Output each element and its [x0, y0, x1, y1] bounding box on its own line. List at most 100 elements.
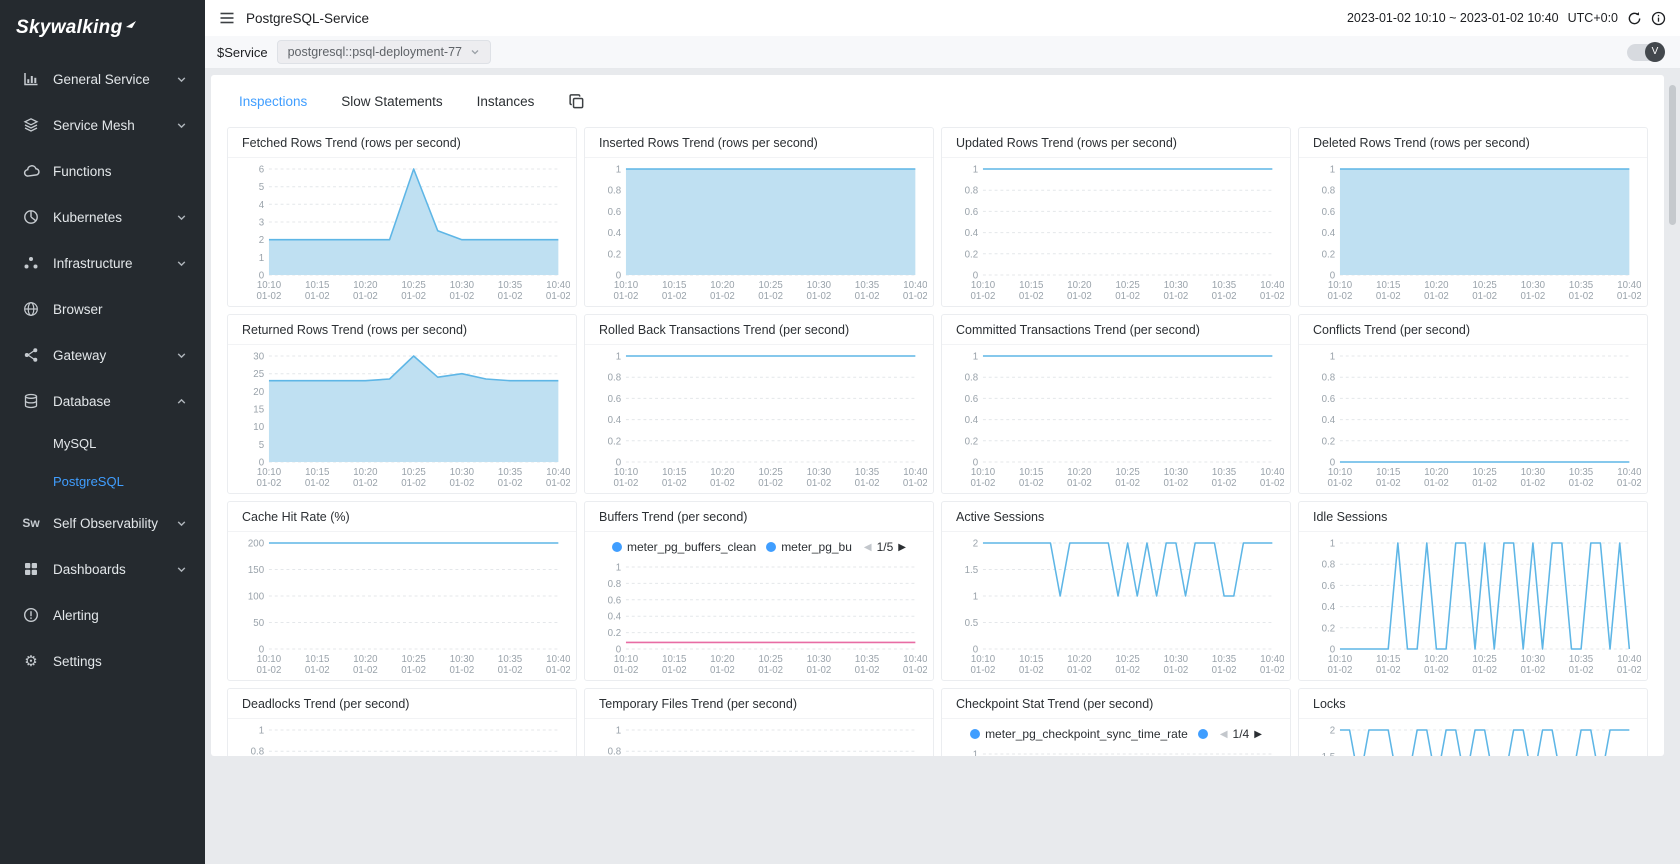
chart-title: Checkpoint Stat Trend (per second): [942, 689, 1290, 719]
refresh-icon[interactable]: [1627, 11, 1642, 26]
skywalking-logo[interactable]: Skywalking: [0, 0, 205, 56]
sidebar-item-alerting[interactable]: Alerting: [0, 592, 205, 638]
svg-text:10:35: 10:35: [855, 280, 880, 291]
tab-instances[interactable]: Instances: [477, 94, 535, 109]
tab-bar: Inspections Slow Statements Instances: [227, 75, 1648, 127]
svg-text:01-02: 01-02: [807, 291, 832, 302]
sidebar-item-general-service[interactable]: General Service: [0, 56, 205, 102]
svg-text:01-02: 01-02: [710, 665, 735, 676]
cloud-icon: [22, 162, 40, 180]
legend-prev-icon[interactable]: ◀: [1220, 729, 1228, 740]
svg-text:01-02: 01-02: [1376, 478, 1401, 489]
sidebar-item-infrastructure[interactable]: Infrastructure: [0, 240, 205, 286]
info-icon[interactable]: [1651, 11, 1666, 26]
legend-page: 1/4: [1233, 727, 1250, 741]
svg-text:01-02: 01-02: [903, 665, 927, 676]
svg-text:10:35: 10:35: [498, 280, 523, 291]
chevron-up-icon: [176, 396, 187, 407]
svg-text:0.4: 0.4: [608, 415, 622, 426]
svg-text:0.2: 0.2: [965, 436, 978, 447]
svg-text:10:40: 10:40: [903, 654, 927, 665]
chart: 05010015020010:1001-0210:1501-0210:2001-…: [234, 535, 570, 679]
svg-text:01-02: 01-02: [546, 478, 570, 489]
chart-card-inserted-rows-trend-rows-per-second: Inserted Rows Trend (rows per second)00.…: [584, 127, 934, 307]
svg-text:01-02: 01-02: [1164, 291, 1189, 302]
svg-text:01-02: 01-02: [855, 478, 880, 489]
svg-text:01-02: 01-02: [450, 291, 475, 302]
infra-icon: [22, 254, 40, 272]
svg-text:10:25: 10:25: [759, 654, 784, 665]
sidebar-item-self-observability[interactable]: SwSelf Observability: [0, 500, 205, 546]
dash-icon: [22, 560, 40, 578]
svg-text:10:20: 10:20: [1067, 467, 1092, 478]
sidebar-item-label: Functions: [53, 164, 112, 179]
chevron-down-icon: [176, 212, 187, 223]
chart: 00.20.40.60.8110:1001-0210:1501-0210:200…: [948, 161, 1284, 305]
time-range[interactable]: 2023-01-02 10:10 ~ 2023-01-02 10:40: [1347, 11, 1559, 25]
svg-text:0.6: 0.6: [608, 394, 622, 405]
svg-text:01-02: 01-02: [662, 665, 687, 676]
sidebar-item-database[interactable]: Database: [0, 378, 205, 424]
svg-text:10:20: 10:20: [1067, 280, 1092, 291]
copy-icon[interactable]: [568, 93, 585, 110]
scrollbar-thumb[interactable]: [1669, 85, 1676, 225]
svg-text:0.4: 0.4: [1322, 415, 1336, 426]
tab-inspections[interactable]: Inspections: [239, 94, 307, 109]
svg-text:01-02: 01-02: [614, 665, 639, 676]
svg-text:01-02: 01-02: [758, 478, 783, 489]
sidebar-item-gateway[interactable]: Gateway: [0, 332, 205, 378]
sidebar-nav: General ServiceService Mesh Functions Kube…: [0, 56, 205, 684]
sidebar-item-dashboards[interactable]: Dashboards: [0, 546, 205, 592]
svg-text:0.2: 0.2: [608, 628, 621, 639]
chart-body: 00.20.40.60.8110:1001-0210:1501-0210:200…: [228, 719, 576, 756]
sidebar-item-label: PostgreSQL: [53, 474, 124, 489]
svg-text:1: 1: [973, 351, 978, 362]
logo-text: Skywalking: [16, 17, 123, 39]
chart-title: Idle Sessions: [1299, 502, 1647, 532]
legend-next-icon[interactable]: ▶: [1254, 729, 1262, 740]
view-toggle[interactable]: V: [1627, 44, 1664, 61]
chart-body: 00.20.40.60.8110:1001-0210:1501-0210:200…: [1299, 158, 1647, 307]
svg-text:01-02: 01-02: [546, 291, 570, 302]
mesh-icon: [22, 116, 40, 134]
sidebar-item-browser[interactable]: Browser: [0, 286, 205, 332]
tab-slow-statements[interactable]: Slow Statements: [341, 94, 442, 109]
logo-arrow-icon: [125, 17, 139, 31]
sidebar-item-functions[interactable]: Functions: [0, 148, 205, 194]
legend-label[interactable]: meter_pg_buffers_clean: [627, 540, 756, 554]
svg-text:100: 100: [248, 591, 265, 602]
sidebar-item-service-mesh[interactable]: Service Mesh: [0, 102, 205, 148]
svg-text:10:25: 10:25: [1116, 654, 1141, 665]
svg-text:1: 1: [616, 164, 621, 175]
chart: 00.20.40.60.8110:1001-0210:1501-0210:200…: [591, 722, 927, 756]
svg-text:01-02: 01-02: [807, 665, 832, 676]
svg-text:10:10: 10:10: [971, 654, 996, 665]
sidebar-item-mysql[interactable]: MySQL: [0, 424, 205, 462]
chart-body: 00.20.40.60.8110:1001-0210:1501-0210:200…: [585, 158, 933, 307]
svg-text:01-02: 01-02: [971, 291, 996, 302]
svg-text:10:10: 10:10: [614, 467, 639, 478]
service-select[interactable]: postgresql::psql-deployment-77: [277, 40, 491, 64]
svg-text:10:10: 10:10: [971, 280, 996, 291]
sidebar-item-label: Self Observability: [53, 516, 158, 531]
menu-icon[interactable]: [219, 10, 235, 26]
legend-label[interactable]: meter_pg_bu: [781, 540, 852, 554]
page-header: PostgreSQL-Service 2023-01-02 10:10 ~ 20…: [205, 0, 1680, 36]
sidebar-item-settings[interactable]: ⚙Settings: [0, 638, 205, 684]
sidebar-item-postgresql[interactable]: PostgreSQL: [0, 462, 205, 500]
svg-text:1: 1: [616, 351, 621, 362]
svg-text:10:30: 10:30: [1521, 654, 1546, 665]
legend-prev-icon[interactable]: ◀: [864, 542, 872, 553]
sidebar-item-kubernetes[interactable]: Kubernetes: [0, 194, 205, 240]
svg-text:6: 6: [259, 164, 265, 175]
svg-text:10:40: 10:40: [1260, 654, 1284, 665]
svg-text:10:35: 10:35: [498, 467, 523, 478]
svg-text:50: 50: [253, 618, 264, 629]
svg-text:0.6: 0.6: [965, 394, 979, 405]
svg-text:10:10: 10:10: [1328, 654, 1353, 665]
svg-text:01-02: 01-02: [1019, 478, 1044, 489]
chart-card-updated-rows-trend-rows-per-second: Updated Rows Trend (rows per second)00.2…: [941, 127, 1291, 307]
legend-label[interactable]: meter_pg_checkpoint_sync_time_rate: [985, 727, 1188, 741]
legend-next-icon[interactable]: ▶: [898, 542, 906, 553]
svg-text:01-02: 01-02: [903, 291, 927, 302]
